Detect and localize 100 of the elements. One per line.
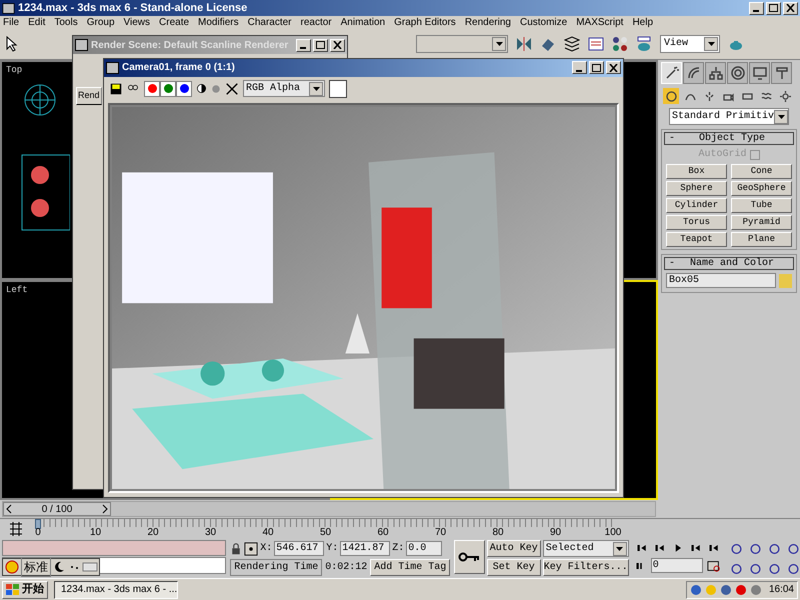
auto-key-button[interactable]: Auto Key <box>486 540 541 557</box>
menu-item[interactable]: Edit <box>28 14 46 30</box>
tray-app-icon[interactable] <box>690 584 702 596</box>
channel-toggle[interactable] <box>144 80 160 97</box>
menu-item[interactable]: Create <box>159 14 190 30</box>
panel-tab[interactable] <box>749 62 770 84</box>
primitive-button[interactable]: Cone <box>731 164 792 179</box>
tray-app-icon[interactable] <box>734 584 747 596</box>
menu-item[interactable]: Modifiers <box>198 14 239 30</box>
category-button[interactable] <box>663 88 679 104</box>
start-button[interactable]: 开始 <box>2 580 48 598</box>
menu-item[interactable]: Customize <box>520 14 568 30</box>
transform-mode-icon[interactable] <box>244 542 258 556</box>
category-button[interactable] <box>777 88 793 104</box>
menu-item[interactable]: Graph Editors <box>394 14 456 30</box>
taskbar-task[interactable]: 1234.max - 3ds max 6 - ... <box>54 580 178 598</box>
time-slider-thumb[interactable]: 0 / 100 <box>3 502 111 516</box>
frame-tick-label: 10 <box>90 528 102 538</box>
previous-frame-icon[interactable] <box>652 542 667 554</box>
track-bar-icon[interactable] <box>8 521 24 537</box>
frame-tick-label: 30 <box>204 528 216 538</box>
schematic-icon[interactable] <box>588 36 604 52</box>
moon-icon[interactable] <box>52 560 66 574</box>
close-icon[interactable] <box>783 2 798 14</box>
frame-tick-label: 100 <box>604 528 622 538</box>
channel-toggle[interactable] <box>160 80 176 97</box>
key-mode-button[interactable] <box>454 540 485 574</box>
maximize-icon[interactable] <box>589 61 604 74</box>
primitive-button[interactable]: Torus <box>666 215 727 230</box>
select-arrow-icon[interactable] <box>4 36 20 52</box>
primitive-button[interactable]: Plane <box>731 232 792 247</box>
menu-item[interactable]: MAXScript <box>576 14 624 30</box>
alpha-dot-icon[interactable] <box>211 84 221 94</box>
x-coordinate-field[interactable]: 546.617 <box>274 541 324 556</box>
mirror-icon[interactable] <box>516 36 532 52</box>
clear-icon[interactable] <box>225 82 239 96</box>
light-icon <box>704 90 714 102</box>
render-type-dropdown[interactable]: View <box>660 34 720 52</box>
key-filters-button[interactable]: Key Filters... <box>542 559 629 576</box>
track-bar[interactable]: 0 10 20 30 40 50 60 70 80 90 100 <box>26 519 626 540</box>
teapot-icon[interactable] <box>636 36 652 52</box>
menu-item[interactable]: File <box>3 14 20 30</box>
menu-item[interactable]: Character <box>248 14 292 30</box>
tray-app-icon[interactable] <box>720 584 732 596</box>
panel-tab[interactable] <box>705 62 726 84</box>
dialog-tab[interactable]: Rend <box>76 87 102 104</box>
primitive-button[interactable]: Pyramid <box>731 215 792 230</box>
save-icon[interactable] <box>110 82 122 95</box>
panel-tab[interactable] <box>683 62 704 84</box>
z-coordinate-field[interactable]: 0.0 <box>406 541 442 556</box>
material-editor-icon[interactable] <box>612 36 628 52</box>
minimize-icon[interactable] <box>749 2 764 14</box>
selection-set-field[interactable] <box>416 34 508 52</box>
menu-item[interactable]: Views <box>124 14 150 30</box>
menu-item[interactable]: Rendering <box>464 14 511 30</box>
rollout-title[interactable]: Object Type <box>675 131 789 146</box>
primitive-button[interactable]: Teapot <box>666 232 727 247</box>
rollout-toggle[interactable]: - <box>669 131 676 146</box>
go-to-start-icon[interactable] <box>634 542 649 554</box>
tray-app-icon[interactable] <box>750 584 762 596</box>
close-icon[interactable] <box>330 38 345 52</box>
maximize-icon[interactable] <box>313 38 328 52</box>
rollout-toggle[interactable]: - <box>669 256 676 271</box>
menu-item[interactable]: reactor <box>300 14 332 30</box>
menu-item[interactable]: Animation <box>340 14 386 30</box>
app-icon[interactable] <box>2 2 15 14</box>
primitive-button[interactable]: Cylinder <box>666 198 727 213</box>
primitive-button[interactable]: Sphere <box>666 181 727 196</box>
set-key-button[interactable]: Set Key <box>486 559 541 576</box>
primitive-button[interactable]: GeoSphere <box>731 181 792 196</box>
y-coordinate-field[interactable]: 1421.87 <box>340 541 390 556</box>
menu-item[interactable]: Group <box>86 14 115 30</box>
color-swatch[interactable] <box>779 274 792 288</box>
maximize-icon[interactable] <box>766 2 781 14</box>
panel-tab[interactable] <box>771 62 792 84</box>
minimize-icon[interactable] <box>572 61 587 74</box>
hierarchy-icon <box>708 66 722 80</box>
monochrome-icon[interactable] <box>196 83 207 94</box>
menu-item[interactable]: Tools <box>54 14 78 30</box>
menu-item[interactable]: Help <box>632 14 654 30</box>
object-class-dropdown[interactable]: Standard Primitiv <box>669 108 789 125</box>
time-configuration-icon[interactable] <box>706 558 721 572</box>
layers-icon[interactable] <box>564 36 580 52</box>
ime-logo-icon[interactable] <box>4 560 20 574</box>
add-time-tag-button[interactable]: Add Time Tag <box>370 559 450 576</box>
channel-toggle[interactable] <box>176 80 192 97</box>
rollout-title[interactable]: Name and Color <box>675 256 789 271</box>
input-method-label[interactable]: 标准 <box>21 557 51 577</box>
panel-tab[interactable] <box>727 62 748 84</box>
frame-tick-label: 50 <box>320 528 332 538</box>
key-mode-dropdown[interactable]: Selected <box>542 540 629 557</box>
current-frame-field[interactable]: 0 <box>650 558 703 573</box>
minimize-icon[interactable] <box>296 38 311 52</box>
primitive-button[interactable]: Tube <box>731 198 792 213</box>
close-icon[interactable] <box>606 61 621 74</box>
object-name-field[interactable]: Box05 <box>666 273 776 288</box>
display-channel-dropdown[interactable]: RGB Alpha <box>243 80 325 98</box>
primitive-button[interactable]: Box <box>666 164 727 179</box>
lock-icon[interactable] <box>230 542 242 554</box>
color-swatch[interactable] <box>329 80 347 98</box>
